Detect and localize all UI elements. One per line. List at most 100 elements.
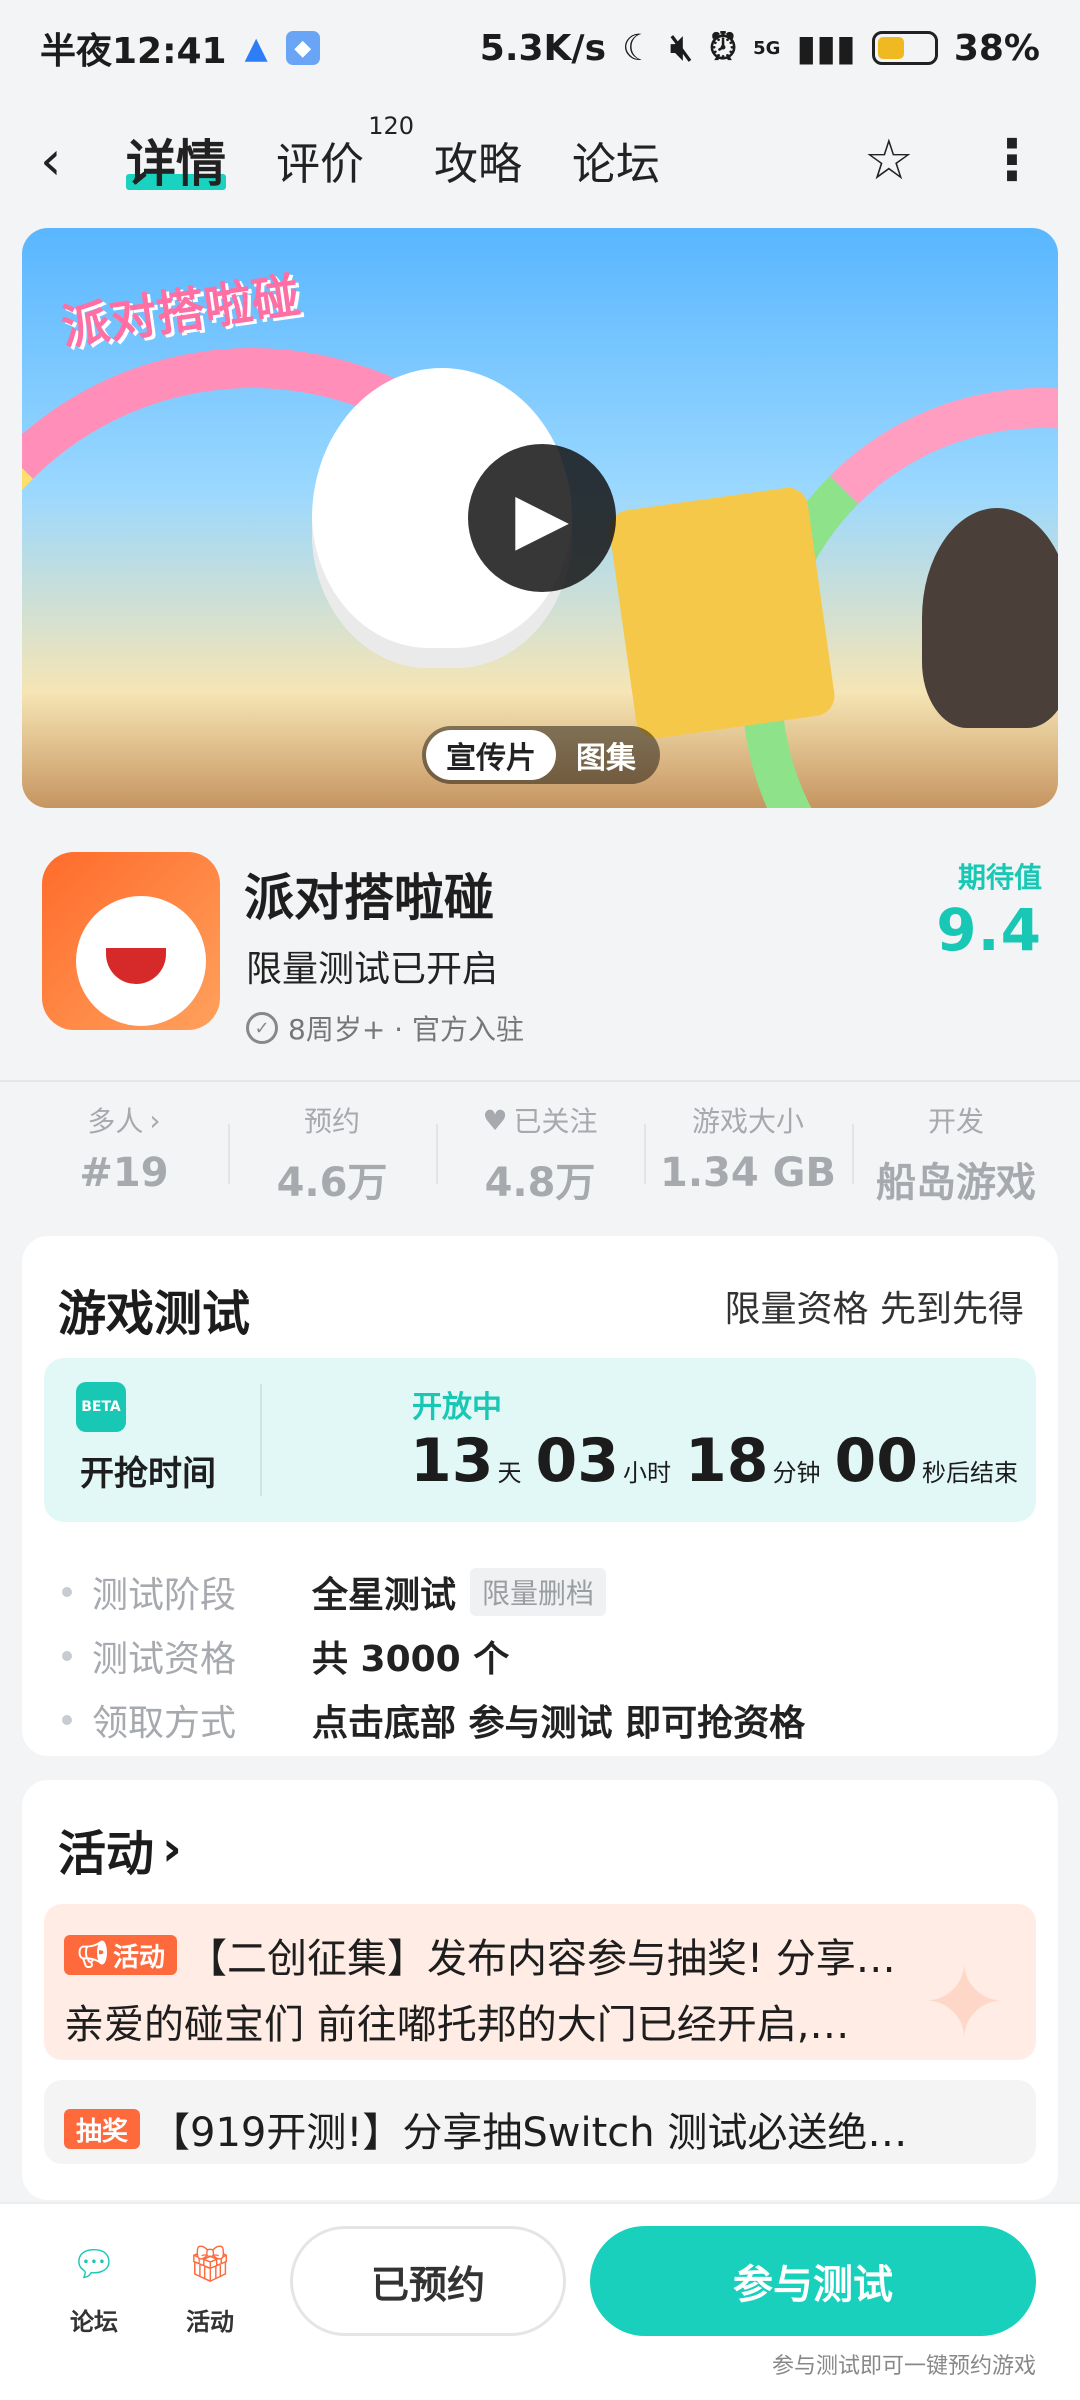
- test-subtitle: 限量资格 先到先得: [724, 1289, 1024, 1330]
- stat-label: 预约: [303, 1105, 360, 1138]
- stat-label: 多人: [87, 1105, 144, 1138]
- expectation-score: 期待值 9.4: [936, 856, 1042, 964]
- open-status: 开放中: [412, 1390, 502, 1425]
- activity-badge: 📢︎ 活动: [64, 1935, 178, 1975]
- countdown-hours: 03: [535, 1426, 620, 1496]
- tab-gallery[interactable]: 图集: [556, 730, 656, 780]
- battery-icon: [871, 31, 938, 65]
- stat-label: 已关注: [513, 1105, 598, 1138]
- stats-row: 多人 › #19 预约 4.6万 ♥ 已关注 4.8万 游戏大小 1.34 GB 开…: [20, 1100, 1060, 1210]
- join-test-button[interactable]: 参与测试: [590, 2226, 1036, 2336]
- gift-icon: 🎁︎: [187, 2244, 233, 2285]
- tab-detail[interactable]: 详情: [126, 124, 226, 196]
- test-stage-row: 测试阶段 全星测试 限量删档: [62, 1566, 607, 1618]
- game-title: 派对搭啦碰: [244, 869, 494, 927]
- hero-video[interactable]: 派对搭啦碰 ▶ 宣传片 图集: [22, 228, 1058, 808]
- signal-icon: ▮▮▮: [796, 27, 856, 69]
- activity-badge-label: 活动: [113, 1942, 166, 1973]
- activity-item-title: 【919开测!】分享抽Switch 测试必送绝…: [150, 2110, 908, 2156]
- tab-forum-label: 论坛: [572, 139, 660, 190]
- shield-notification-icon: ◆: [285, 31, 320, 65]
- tab-guide[interactable]: 攻略: [434, 128, 522, 192]
- activity-item-title: 【二创征集】发布内容参与抽奖! 分享…: [187, 1936, 896, 1982]
- check-icon: ✓: [246, 1012, 278, 1044]
- back-button[interactable]: ‹: [40, 129, 100, 192]
- game-status: 限量测试已开启: [246, 949, 499, 990]
- activity-label: 活动: [186, 2308, 234, 2336]
- chat-bubble-icon: 💬︎: [71, 2244, 117, 2285]
- stat-value: #19: [79, 1150, 169, 1196]
- bottom-action-bar: 💬︎ 论坛 🎁︎ 活动 已预约 参与测试 参与测试即可一键预约游戏: [0, 2202, 1080, 2400]
- stat-developer[interactable]: 开发 船岛游戏: [852, 1100, 1060, 1210]
- app-icon: [42, 852, 220, 1030]
- game-meta: ✓ 8周岁+ · 官方入驻: [246, 1008, 524, 1048]
- test-method-row: 领取方式 点击底部 参与测试 即可抢资格: [62, 1694, 805, 1746]
- tab-forum[interactable]: 论坛: [572, 128, 660, 192]
- play-video-button[interactable]: ▶: [468, 444, 616, 592]
- game-test-card: 游戏测试 限量资格 先到先得 BETA 开抢时间 开放中 13 天 03 小时 …: [22, 1236, 1058, 1756]
- stat-label: 游戏大小: [691, 1105, 804, 1138]
- stat-value: 1.34 GB: [660, 1150, 836, 1196]
- age-rating-label: 8周岁+ · 官方入驻: [288, 1013, 524, 1046]
- decoration-icon: ✦: [922, 1944, 1006, 2060]
- countdown-unit: 秒后结束: [922, 1459, 1018, 1487]
- stat-value: 4.6万: [276, 1160, 388, 1206]
- join-test-tip: 参与测试即可一键预约游戏: [771, 2354, 1036, 2379]
- countdown-unit: 天: [497, 1459, 522, 1487]
- stat-followers[interactable]: ♥ 已关注 4.8万: [436, 1100, 644, 1210]
- test-title: 游戏测试: [58, 1286, 251, 1342]
- qq-notification-icon: ▲: [244, 30, 268, 66]
- test-quota-row: 测试资格 共 3000 个: [62, 1630, 509, 1682]
- limited-tag: 限量删档: [470, 1568, 607, 1616]
- info-key: 测试阶段: [92, 1575, 237, 1616]
- countdown-timer: 13 天 03 小时 18 分钟 00 秒后结束: [410, 1426, 1028, 1496]
- chevron-right-icon: ›: [149, 1103, 161, 1137]
- activity-item[interactable]: ✦ 📢︎ 活动 【二创征集】发布内容参与抽奖! 分享… 亲爱的碰宝们 前往嘟托邦的…: [44, 1904, 1036, 2060]
- sheep-character-image: [922, 508, 1058, 728]
- stat-multiplayer[interactable]: 多人 › #19: [20, 1100, 228, 1210]
- battery-percent: 38%: [953, 27, 1040, 69]
- game-logo: 派对搭啦碰: [57, 267, 304, 357]
- media-tabs: 宣传片 图集: [422, 726, 660, 784]
- info-value: 点击底部 参与测试 即可抢资格: [312, 1703, 806, 1744]
- beta-icon: BETA: [76, 1382, 126, 1432]
- lottery-badge: 抽奖: [64, 2109, 141, 2149]
- test-countdown-box: BETA 开抢时间 开放中 13 天 03 小时 18 分钟 00 秒后结束: [44, 1358, 1036, 1522]
- divider: [0, 1080, 1080, 1082]
- stat-size: 游戏大小 1.34 GB: [644, 1100, 852, 1210]
- expectation-value: 9.4: [936, 896, 1042, 964]
- tab-detail-label: 详情: [126, 135, 226, 193]
- tab-reviews-label: 评价: [276, 139, 364, 190]
- reserved-button[interactable]: 已预约: [290, 2226, 566, 2336]
- favorite-star-icon[interactable]: ☆: [864, 128, 914, 193]
- activity-button[interactable]: 🎁︎ 活动: [160, 2234, 260, 2337]
- top-nav: ‹ 详情 评价 120 攻略 论坛 ☆ ⋮: [0, 110, 1080, 210]
- game-info: 派对搭啦碰 限量测试已开启 ✓ 8周岁+ · 官方入驻 期待值 9.4: [42, 852, 1042, 1046]
- info-value: 共 3000 个: [312, 1639, 510, 1680]
- moon-icon: ☾: [622, 27, 655, 69]
- expectation-label: 期待值: [957, 861, 1042, 894]
- countdown-unit: 小时: [623, 1459, 671, 1487]
- countdown-unit: 分钟: [772, 1459, 821, 1487]
- stat-label: 开发: [927, 1105, 984, 1138]
- countdown-minutes: 18: [685, 1426, 769, 1496]
- tab-trailer[interactable]: 宣传片: [426, 730, 556, 780]
- countdown-days: 13: [410, 1426, 494, 1496]
- stat-reservations: 预约 4.6万: [228, 1100, 436, 1210]
- info-key: 领取方式: [92, 1703, 237, 1744]
- more-options-icon[interactable]: ⋮: [984, 128, 1040, 193]
- activity-title-label: 活动: [58, 1826, 155, 1882]
- tab-reviews[interactable]: 评价 120: [276, 112, 414, 192]
- stat-value: 4.8万: [484, 1160, 596, 1206]
- activity-title[interactable]: 活动 ›: [58, 1814, 182, 1884]
- info-key: 测试资格: [92, 1639, 237, 1680]
- activity-item-desc: 亲爱的碰宝们 前往嘟托邦的大门已经开启,…: [64, 2002, 850, 2048]
- chevron-right-icon: ›: [162, 1821, 182, 1877]
- nav-tabs: 详情 评价 120 攻略 论坛: [126, 112, 660, 196]
- forum-button[interactable]: 💬︎ 论坛: [44, 2234, 144, 2337]
- status-bar: 半夜12:41 ▲ ◆ 5.3K/s ☾ 🔇︎ ⏰︎ 5G ▮▮▮ 38%: [0, 0, 1080, 96]
- mute-icon: 🔇︎: [670, 27, 693, 68]
- activity-card: 活动 › ✦ 📢︎ 活动 【二创征集】发布内容参与抽奖! 分享… 亲爱的碰宝们 前…: [22, 1780, 1058, 2200]
- activity-item[interactable]: 抽奖 【919开测!】分享抽Switch 测试必送绝…: [44, 2080, 1036, 2164]
- heart-icon: ♥: [482, 1103, 508, 1137]
